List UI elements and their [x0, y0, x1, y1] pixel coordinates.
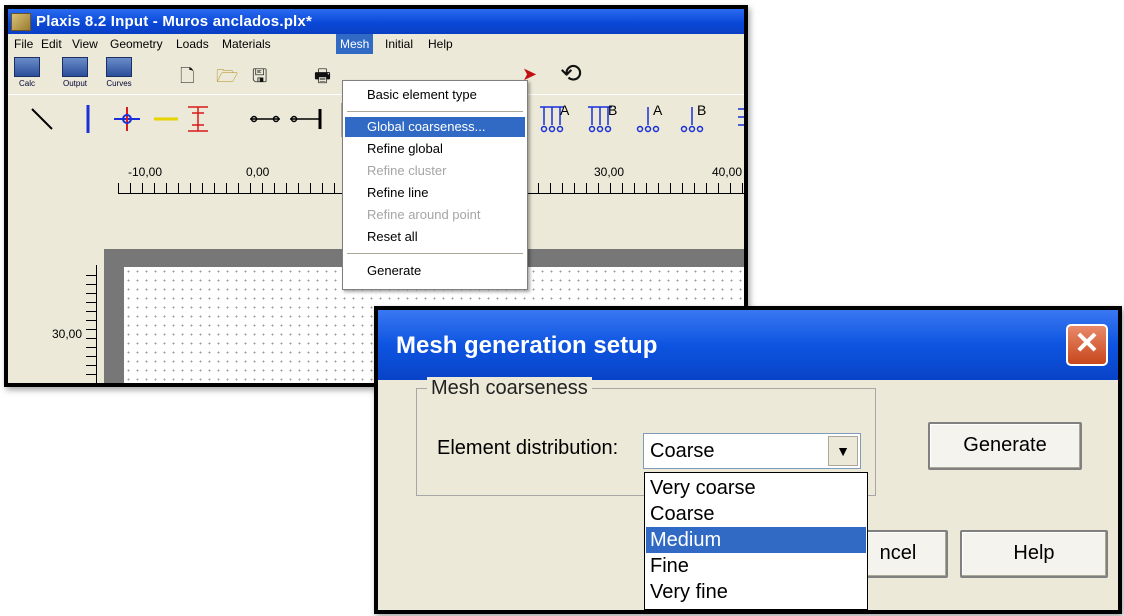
menu-loads[interactable]: Loads	[176, 37, 209, 51]
menu-separator	[347, 111, 523, 112]
menu-basic-element-type[interactable]: Basic element type	[345, 85, 525, 105]
menu-bar: File Edit View Geometry Loads Materials …	[8, 34, 744, 54]
menu-materials[interactable]: Materials	[222, 37, 271, 51]
fixed-end-anchor-icon	[250, 115, 280, 123]
distributed-load-a-icon: A	[540, 102, 570, 133]
output-button[interactable]: Output	[60, 57, 90, 91]
selected-value: Coarse	[650, 440, 715, 462]
ruler-label-40: 40,00	[712, 165, 743, 179]
vertical-ruler	[86, 275, 96, 383]
open-folder-icon[interactable]: 🗁	[216, 64, 238, 94]
option-very-coarse[interactable]: Very coarse	[646, 475, 866, 501]
vertical-ruler-baseline	[96, 265, 97, 383]
distributed-load-b-icon: B	[588, 102, 617, 133]
calc-icon	[14, 57, 40, 77]
option-medium[interactable]: Medium	[646, 527, 866, 553]
main-title-bar[interactable]: Plaxis 8.2 Input - Muros anclados.plx*	[8, 9, 744, 34]
ruler-label-0: 0,00	[246, 165, 270, 179]
ruler-label-30: 30,00	[594, 165, 625, 179]
menu-view[interactable]: View	[72, 37, 98, 51]
menu-refine-line[interactable]: Refine line	[345, 183, 525, 203]
mesh-dropdown-menu: Basic element type Global coarseness... …	[342, 80, 528, 290]
point-load-b-icon: B	[680, 102, 706, 133]
option-coarse[interactable]: Coarse	[646, 501, 866, 527]
calc-button[interactable]: Calc	[12, 57, 42, 91]
menu-refine-cluster: Refine cluster	[367, 163, 447, 178]
element-distribution-label: Element distribution:	[437, 437, 619, 459]
menu-file[interactable]: File	[14, 37, 33, 51]
vertical-ruler-label: 30,00	[52, 327, 83, 341]
menu-edit[interactable]: Edit	[41, 37, 62, 51]
menu-refine-around-point: Refine around point	[367, 207, 481, 222]
menu-generate[interactable]: Generate	[345, 261, 525, 281]
menu-geometry[interactable]: Geometry	[110, 37, 163, 51]
menu-initial[interactable]: Initial	[385, 37, 413, 51]
window-title: Plaxis 8.2 Input - Muros anclados.plx*	[36, 13, 313, 30]
tunnel-anchor-icon	[290, 109, 322, 129]
mesh-generation-dialog: Mesh generation setup ✕ Mesh coarseness …	[374, 306, 1122, 614]
dialog-body: Mesh generation setup ✕ Mesh coarseness …	[378, 310, 1118, 610]
svg-text:B: B	[697, 102, 706, 118]
point-load-a-icon: A	[636, 102, 663, 133]
menu-reset-all[interactable]: Reset all	[345, 227, 525, 247]
menu-refine-global[interactable]: Refine global	[345, 139, 525, 159]
plaxis-app-icon	[11, 13, 31, 31]
cancel-button-label: ncel	[879, 542, 917, 564]
curves-label: Curves	[106, 79, 132, 88]
output-label: Output	[62, 79, 87, 88]
geometry-line-icon	[31, 108, 53, 130]
generate-button-label: Generate	[963, 434, 1047, 456]
help-button-label: Help	[1013, 542, 1055, 564]
output-icon	[62, 57, 88, 77]
new-file-icon[interactable]: 🗋	[180, 64, 194, 94]
close-icon[interactable]: ✕	[1066, 324, 1108, 366]
node-to-node-anchor-icon	[114, 107, 140, 131]
element-distribution-list: Very coarse Coarse Medium Fine Very fine	[644, 472, 868, 610]
element-distribution-select[interactable]: Coarse ▼	[643, 433, 861, 469]
svg-text:A: A	[653, 102, 663, 118]
dialog-title: Mesh generation setup	[396, 332, 658, 359]
svg-text:A: A	[560, 102, 570, 118]
curves-icon	[106, 57, 132, 77]
print-icon[interactable]: 🖶	[314, 64, 331, 94]
menu-help[interactable]: Help	[428, 37, 453, 51]
curves-button[interactable]: Curves	[104, 57, 134, 91]
menu-global-coarseness[interactable]: Global coarseness...	[345, 117, 525, 137]
calc-label: Calc	[18, 79, 35, 88]
prescribed-displacement-icon	[738, 108, 744, 126]
svg-text:B: B	[608, 102, 617, 118]
chevron-down-icon[interactable]: ▼	[828, 436, 858, 466]
help-button[interactable]: Help	[960, 530, 1108, 578]
option-very-fine[interactable]: Very fine	[646, 579, 866, 605]
dialog-title-bar[interactable]: Mesh generation setup ✕	[378, 310, 1118, 380]
ruler-label-neg10: -10,00	[128, 165, 163, 179]
generate-button[interactable]: Generate	[928, 422, 1082, 470]
group-label: Mesh coarseness	[427, 377, 592, 400]
menu-mesh[interactable]: Mesh	[336, 34, 374, 54]
menu-separator	[347, 253, 523, 254]
interface-icon	[188, 106, 208, 132]
option-fine[interactable]: Fine	[646, 553, 866, 579]
undo-icon[interactable]: ⟲	[560, 58, 582, 89]
save-icon[interactable]: 🖫	[252, 64, 267, 94]
